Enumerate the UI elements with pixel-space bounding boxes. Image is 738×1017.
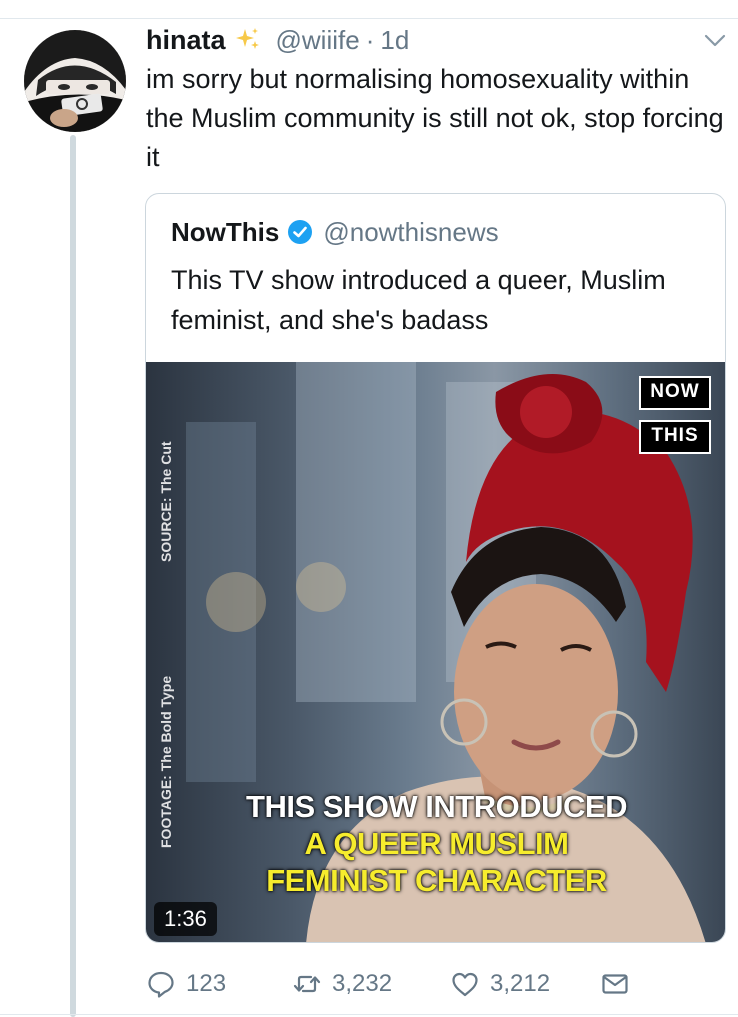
tweet-actions: 123 3,232 3,212 [146,966,646,1002]
video-duration-badge: 1:36 [154,902,217,936]
top-divider [0,18,738,19]
envelope-icon [602,974,628,994]
avatar[interactable] [24,30,126,132]
thread-connector-line [70,135,76,1017]
quoted-tweet-card[interactable]: NowThis @nowthisnews This TV show introd… [145,193,726,943]
nowthis-logo-now: NOW [639,376,711,410]
reply-icon [148,971,174,998]
tweet-text: im sorry but normalising homosexuality w… [146,64,724,172]
quoted-text: This TV show introduced a queer, Muslim … [171,265,666,335]
nowthis-logo-this: THIS [639,420,711,454]
quoted-author-name: NowThis [171,216,280,247]
heart-icon [452,972,478,997]
caption-line-2: A QUEER MUSLIM [304,826,569,861]
source-credit: SOURCE: The Cut [158,441,174,562]
quoted-author-handle: @nowthisnews [323,216,499,247]
caption-line-3: FEMINIST CHARACTER [266,863,607,898]
reply-button[interactable]: 123 [146,966,226,1002]
retweet-icon [293,975,321,993]
bottom-divider [0,1014,738,1015]
direct-message-button[interactable] [600,966,630,1002]
verified-badge-icon [287,219,313,245]
like-button[interactable]: 3,212 [450,966,550,1002]
sparkles-icon [234,26,262,54]
chevron-down-icon[interactable] [703,30,727,50]
quoted-header: NowThis @nowthisnews [171,214,499,250]
caption-line-1: THIS SHOW INTRODUCED [246,789,627,824]
author-handle[interactable]: @wiiife [276,25,360,56]
author-name[interactable]: hinata [146,25,226,56]
video-caption: THIS SHOW INTRODUCED A QUEER MUSLIM FEMI… [166,788,707,899]
timestamp[interactable]: 1d [380,25,409,56]
like-count: 3,212 [490,970,551,997]
meta-separator: · [365,24,375,55]
retweet-count: 3,232 [332,970,393,997]
retweet-button[interactable]: 3,232 [292,966,392,1002]
reply-count: 123 [186,970,227,997]
tweet-header: hinata @wiiife · 1d [146,22,409,58]
video-thumbnail[interactable]: NOW THIS SOURCE: The Cut FOOTAGE: The Bo… [146,362,725,942]
